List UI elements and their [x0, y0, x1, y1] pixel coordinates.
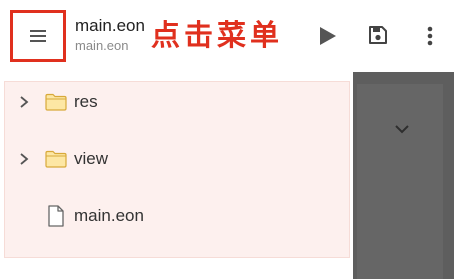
folder-icon: [45, 150, 67, 168]
file-title: main.eon: [75, 16, 145, 35]
file-icon: [48, 205, 64, 227]
play-icon[interactable]: [318, 26, 338, 46]
chevron-right-icon[interactable]: [19, 152, 29, 166]
tree-item-view[interactable]: view: [5, 139, 349, 179]
tree-item-label: res: [74, 92, 98, 111]
editor-scrim[interactable]: [353, 72, 454, 279]
instruction-annotation: 点击菜单: [151, 18, 284, 52]
save-icon[interactable]: [368, 25, 388, 45]
editor-panel: [357, 84, 443, 279]
file-subtitle: main.eon: [75, 38, 129, 53]
title-block: main.eon main.eon: [75, 16, 145, 54]
more-vert-icon[interactable]: [420, 25, 440, 47]
tree-item-main-eon[interactable]: main.eon: [5, 196, 349, 236]
hamburger-menu-icon: [30, 29, 46, 43]
tree-item-label: main.eon: [74, 206, 144, 225]
app-window: main.eon main.eon 点击菜单 res view main.eon: [0, 0, 454, 279]
top-app-bar: main.eon main.eon 点击菜单: [0, 0, 454, 72]
file-tree: res view main.eon: [4, 81, 350, 258]
folder-icon: [45, 93, 67, 111]
chevron-right-icon[interactable]: [19, 95, 29, 109]
menu-button[interactable]: [10, 10, 66, 62]
expand-more-icon[interactable]: [394, 124, 410, 134]
navigation-drawer: res view main.eon: [4, 72, 353, 279]
tree-item-res[interactable]: res: [5, 82, 349, 122]
tree-item-label: view: [74, 149, 109, 168]
